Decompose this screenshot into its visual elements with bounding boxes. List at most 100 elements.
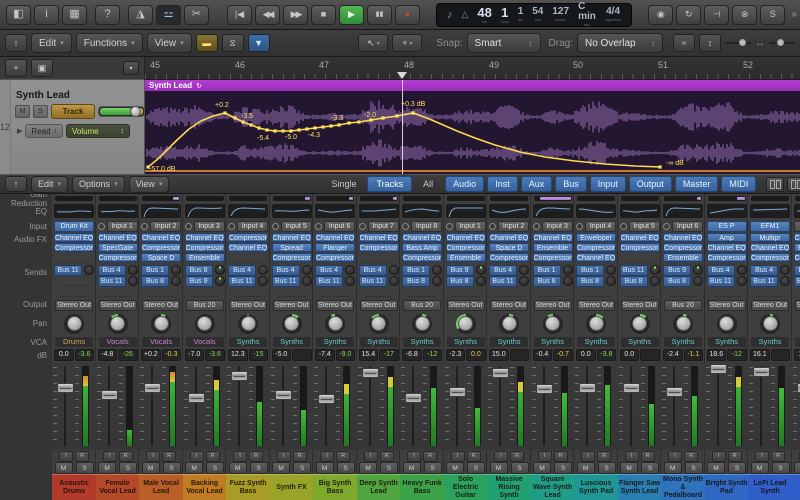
channel-strip[interactable]: Input 3 Channel EQ Ensemble Compressor Bus 1…: [530, 194, 575, 500]
peak-db-value[interactable]: -12: [727, 349, 747, 361]
audio-fx-empty-slot[interactable]: [621, 253, 658, 263]
slider-handle[interactable]: [777, 39, 784, 46]
send-slot[interactable]: Bus 11: [228, 275, 269, 287]
send-level-knob[interactable]: [432, 265, 443, 275]
input-monitor-button[interactable]: I: [755, 450, 770, 462]
send-slot[interactable]: Bus 4: [228, 264, 269, 276]
audio-fx-slot[interactable]: Ensemble: [793, 243, 800, 252]
fader-handle[interactable]: [361, 367, 379, 378]
pan-knob-face[interactable]: [110, 316, 126, 331]
send-level-knob[interactable]: [649, 276, 660, 286]
audio-fx-slot[interactable]: SpecGate: [97, 243, 138, 252]
track-name-plate[interactable]: Solo Electric Guitar: [443, 474, 488, 500]
fader-handle[interactable]: [100, 390, 118, 401]
send-bus-button[interactable]: Bus 1: [576, 264, 605, 276]
channel-strip[interactable]: Input 4 Compressor Channel EQ Bus 4 Bus 11 St…: [226, 194, 271, 500]
input-slot[interactable]: Input 4: [585, 220, 617, 232]
solo-button[interactable]: S: [380, 462, 399, 474]
audio-fx-slot[interactable]: Channel EQ: [184, 233, 225, 242]
pan-knob-face[interactable]: [719, 316, 735, 331]
record-enable-button[interactable]: R: [727, 450, 742, 462]
audio-fx-slot[interactable]: Compressor: [750, 253, 791, 262]
solo-button[interactable]: S: [684, 462, 703, 474]
record-enable-button[interactable]: R: [597, 450, 612, 462]
fader-row[interactable]: [617, 362, 662, 450]
vca-assignment[interactable]: Synths: [620, 337, 659, 347]
solo-button[interactable]: S: [336, 462, 355, 474]
track-name[interactable]: Synth Lead: [16, 90, 145, 101]
send-bus-button[interactable]: Bus 8: [445, 275, 474, 287]
volume-db-value[interactable]: -7.0: [184, 349, 205, 361]
horizontal-zoom-slider[interactable]: [769, 39, 795, 46]
vca-assignment[interactable]: Synths: [446, 337, 485, 347]
solo-button[interactable]: S: [597, 462, 616, 474]
input-monitor-icon[interactable]: [402, 222, 409, 230]
eq-thumbnail[interactable]: [315, 204, 356, 218]
track-name-plate[interactable]: Female Vocal Lead: [95, 474, 140, 500]
output-button[interactable]: Stereo Out: [316, 300, 355, 311]
record-enable-button[interactable]: R: [292, 450, 307, 462]
monitor-icon[interactable]: ◧: [6, 4, 31, 25]
output-button[interactable]: Stereo Out: [55, 300, 94, 311]
volume-db-value[interactable]: 12.3: [228, 349, 248, 361]
record-button[interactable]: ●: [395, 4, 420, 25]
send-bus-button[interactable]: Bus 4: [228, 264, 257, 276]
channel-strip[interactable]: Input 1 Channel EQ SpecGate Compressor Bus 4…: [95, 194, 140, 500]
send-level-knob[interactable]: [301, 265, 312, 275]
audio-fx-slot[interactable]: Compressor: [97, 253, 138, 262]
fader-row[interactable]: [95, 362, 140, 450]
send-level-knob[interactable]: [562, 265, 573, 275]
fader-handle[interactable]: [187, 393, 205, 404]
pause-button[interactable]: ▮▮: [367, 4, 392, 25]
audio-fx-slot[interactable]: Compressor: [706, 253, 747, 262]
solo-button[interactable]: S: [728, 462, 747, 474]
send-bus-button[interactable]: Bus 11: [54, 264, 83, 276]
input-slot[interactable]: Input 7: [367, 220, 399, 232]
arrange-menu-edit[interactable]: Edit ▾: [31, 33, 72, 53]
vertical-zoom-slider[interactable]: [725, 39, 751, 46]
send-slot[interactable]: Bus 1: [402, 264, 443, 276]
output-button[interactable]: Stereo Out: [620, 300, 659, 311]
pan-knob-face[interactable]: [197, 316, 213, 331]
send-slot[interactable]: Bus 8: [663, 275, 704, 287]
solo-button[interactable]: S: [206, 462, 225, 474]
track-name-plate[interactable]: LoFi Lead Synth: [748, 474, 793, 500]
mute-button[interactable]: M: [794, 462, 800, 474]
volume-db-value[interactable]: -6.8: [402, 349, 422, 361]
eq-thumbnail[interactable]: [663, 204, 704, 218]
filter-aux[interactable]: Aux: [520, 176, 553, 192]
track-name-plate[interactable]: Flanger Saw Synth Lead: [617, 474, 662, 500]
output-button[interactable]: Stereo Out: [142, 300, 181, 311]
solo-button[interactable]: S: [510, 462, 529, 474]
send-level-knob[interactable]: [301, 276, 312, 286]
audio-fx-slot[interactable]: Compressor: [576, 243, 617, 252]
audio-fx-slot[interactable]: Compressor: [489, 253, 530, 262]
audio-fx-slot[interactable]: Ensemble: [532, 243, 573, 252]
track-name-plate[interactable]: Fuzz Synth Bass: [226, 474, 271, 500]
track-name-plate[interactable]: Square Wave Synth Lead: [530, 474, 575, 500]
master-mute-icon[interactable]: ⊗: [732, 4, 758, 25]
send-slot[interactable]: Bus 1: [532, 264, 573, 276]
eq-thumbnail[interactable]: [619, 204, 660, 218]
input-monitor-icon[interactable]: [315, 222, 322, 230]
audio-fx-empty-slot[interactable]: [230, 253, 267, 263]
input-monitor-button[interactable]: I: [668, 450, 683, 462]
send-slot[interactable]: Bus 11: [315, 275, 356, 287]
volume-db-value[interactable]: +0.2: [141, 349, 161, 361]
peak-db-value[interactable]: -17: [379, 349, 399, 361]
send-slot[interactable]: Bus 4: [271, 264, 312, 276]
input-monitor-button[interactable]: I: [407, 450, 422, 462]
mute-button[interactable]: M: [446, 462, 465, 474]
mute-button[interactable]: M: [359, 462, 378, 474]
send-slot[interactable]: Bus 11: [271, 275, 312, 287]
audio-fx-slot[interactable]: Channel EQ: [54, 233, 95, 242]
mute-button[interactable]: M: [185, 462, 204, 474]
send-level-knob[interactable]: [475, 276, 486, 286]
input-monitor-icon[interactable]: [532, 222, 540, 230]
audio-fx-slot[interactable]: Compressor: [619, 243, 660, 252]
audio-fx-slot[interactable]: Space D: [489, 243, 530, 252]
lcd-display[interactable]: ♪ △ 48 bar 1 beat 1 div 54 tick 127 tempo C min key 4/…: [436, 2, 633, 27]
send-level-knob[interactable]: [432, 276, 443, 286]
tools-icon[interactable]: ✂: [184, 4, 209, 25]
arrange-menu-functions[interactable]: Functions ▾: [75, 33, 143, 53]
